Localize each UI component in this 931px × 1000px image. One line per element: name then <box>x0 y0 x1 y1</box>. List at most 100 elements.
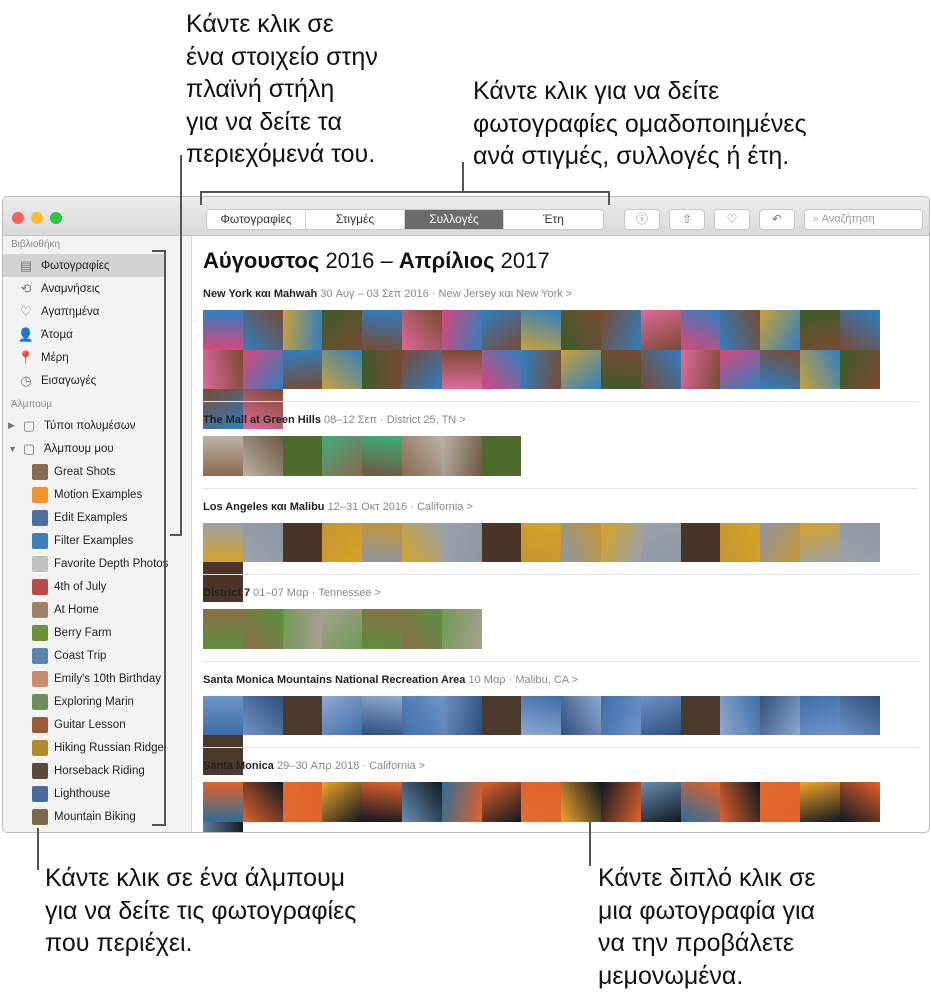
photo-thumbnail[interactable] <box>760 522 800 562</box>
photo-thumbnail[interactable] <box>760 782 800 822</box>
tab-moments[interactable]: Στιγμές <box>306 210 405 229</box>
photo-thumbnail[interactable] <box>680 695 721 735</box>
photo-thumbnail[interactable] <box>362 695 402 735</box>
sidebar-album[interactable]: 4th of July <box>3 575 191 598</box>
photo-thumbnail[interactable] <box>322 609 363 649</box>
photo-thumbnail[interactable] <box>362 782 402 822</box>
sidebar-album[interactable]: Motion Examples <box>3 483 191 506</box>
photo-thumbnail[interactable] <box>203 349 243 389</box>
sidebar-folder[interactable]: ▶ ▢ Τύποι πολυμέσων <box>3 414 191 437</box>
photo-thumbnail[interactable] <box>799 522 840 562</box>
collection-caption[interactable]: Santa Monica Mountains National Recreati… <box>203 670 919 690</box>
photo-thumbnail[interactable] <box>441 695 482 735</box>
photo-thumbnail[interactable] <box>282 782 323 822</box>
photo-thumbnail[interactable] <box>720 695 761 735</box>
share-button[interactable]: ⇧ <box>669 209 705 230</box>
collection-title[interactable]: District 7 <box>203 587 250 599</box>
sidebar-item[interactable]: ▤ Φωτογραφίες <box>3 254 166 277</box>
photo-thumbnail[interactable] <box>441 436 482 476</box>
sidebar-album[interactable]: Guitar Lesson <box>3 713 191 736</box>
minimize-button[interactable] <box>31 212 43 224</box>
collection-title[interactable]: Los Angeles και Malibu <box>203 501 325 513</box>
photo-thumbnail[interactable] <box>203 782 243 822</box>
photo-thumbnail[interactable] <box>322 310 363 350</box>
photo-thumbnail[interactable] <box>242 695 283 735</box>
photo-thumbnail[interactable] <box>839 522 880 562</box>
photo-thumbnail[interactable] <box>521 522 562 562</box>
photo-thumbnail[interactable] <box>242 436 283 476</box>
disclosure-triangle-icon[interactable]: ▶ <box>8 420 20 431</box>
collection-caption[interactable]: Santa Monica 29–30 Απρ 2018 · California… <box>203 756 919 776</box>
sidebar-item[interactable]: ◷ Εισαγωγές <box>3 369 191 392</box>
photo-thumbnail[interactable] <box>799 695 840 735</box>
tab-photos[interactable]: Φωτογραφίες <box>207 210 306 229</box>
photo-thumbnail[interactable] <box>680 522 721 562</box>
photo-thumbnail[interactable] <box>401 310 442 350</box>
photo-thumbnail[interactable] <box>401 782 442 822</box>
photo-thumbnail[interactable] <box>441 609 482 649</box>
photo-thumbnail[interactable] <box>322 349 363 389</box>
photo-thumbnail[interactable] <box>322 436 363 476</box>
photo-thumbnail[interactable] <box>680 782 721 822</box>
photo-thumbnail[interactable] <box>401 349 442 389</box>
photo-thumbnail[interactable] <box>441 349 482 389</box>
photo-thumbnail[interactable] <box>322 695 363 735</box>
photo-thumbnail[interactable] <box>242 609 283 649</box>
photo-thumbnail[interactable] <box>600 522 641 562</box>
photo-thumbnail[interactable] <box>481 436 522 476</box>
photo-thumbnail[interactable] <box>640 310 681 350</box>
photo-thumbnail[interactable] <box>362 436 402 476</box>
photo-thumbnail[interactable] <box>600 349 641 389</box>
photo-thumbnail[interactable] <box>441 310 482 350</box>
photo-thumbnail[interactable] <box>640 782 681 822</box>
photo-thumbnail[interactable] <box>282 310 323 350</box>
photo-thumbnail[interactable] <box>401 522 442 562</box>
photo-thumbnail[interactable] <box>720 782 761 822</box>
photo-thumbnail[interactable] <box>760 695 800 735</box>
sidebar-item[interactable]: ♡ Αγαπημένα <box>3 300 191 323</box>
collection-meta[interactable]: 01–07 Μαρ · Tennessee > <box>253 587 381 599</box>
sidebar-album[interactable]: Favorite Depth Photos <box>3 552 191 575</box>
sidebar-album[interactable]: Filter Examples <box>3 529 191 552</box>
photo-thumbnail[interactable] <box>362 310 402 350</box>
collection-meta[interactable]: 12–31 Οκτ 2016 · California > <box>328 501 473 513</box>
photo-thumbnail[interactable] <box>362 349 402 389</box>
photo-thumbnail[interactable] <box>760 310 800 350</box>
collection-caption[interactable]: New York και Mahwah 30 Αυγ – 03 Σεπ 2016… <box>203 284 919 304</box>
photo-thumbnail[interactable] <box>401 436 442 476</box>
photo-thumbnail[interactable] <box>203 695 243 735</box>
collection-meta[interactable]: 08–12 Σεπ · District 25, TN > <box>324 414 466 426</box>
sidebar-album[interactable]: Horseback Riding <box>3 759 191 782</box>
sidebar-item[interactable]: 👤 Άτομα <box>3 323 191 346</box>
photo-thumbnail[interactable] <box>203 310 243 350</box>
photo-thumbnail[interactable] <box>839 695 880 735</box>
sidebar-folder[interactable]: ▼ ▢ Άλμπουμ μου <box>3 437 191 460</box>
photo-thumbnail[interactable] <box>242 349 283 389</box>
tab-years[interactable]: Έτη <box>504 210 603 229</box>
photo-thumbnail[interactable] <box>839 782 880 822</box>
photo-thumbnail[interactable] <box>521 310 562 350</box>
collection-caption[interactable]: Los Angeles και Malibu 12–31 Οκτ 2016 · … <box>203 497 919 517</box>
search-input[interactable]: ⌕ Αναζήτηση <box>804 209 923 230</box>
photo-thumbnail[interactable] <box>561 782 601 822</box>
photo-thumbnail[interactable] <box>720 522 761 562</box>
zoom-button[interactable] <box>50 212 62 224</box>
photo-thumbnail[interactable] <box>203 821 243 832</box>
photo-thumbnail[interactable] <box>760 349 800 389</box>
photo-thumbnail[interactable] <box>282 695 323 735</box>
photo-thumbnail[interactable] <box>640 349 681 389</box>
photo-thumbnail[interactable] <box>481 310 522 350</box>
sidebar-album[interactable]: Exploring Marin <box>3 690 191 713</box>
photo-thumbnail[interactable] <box>521 695 562 735</box>
info-button[interactable]: ⓘ <box>624 209 660 230</box>
photo-thumbnail[interactable] <box>720 310 761 350</box>
photo-thumbnail[interactable] <box>640 522 681 562</box>
photo-thumbnail[interactable] <box>680 349 721 389</box>
photo-thumbnail[interactable] <box>799 349 840 389</box>
photo-thumbnail[interactable] <box>720 349 761 389</box>
photo-thumbnail[interactable] <box>481 695 522 735</box>
photo-thumbnail[interactable] <box>600 695 641 735</box>
photo-thumbnail[interactable] <box>561 695 601 735</box>
photo-thumbnail[interactable] <box>600 310 641 350</box>
photo-thumbnail[interactable] <box>561 522 601 562</box>
